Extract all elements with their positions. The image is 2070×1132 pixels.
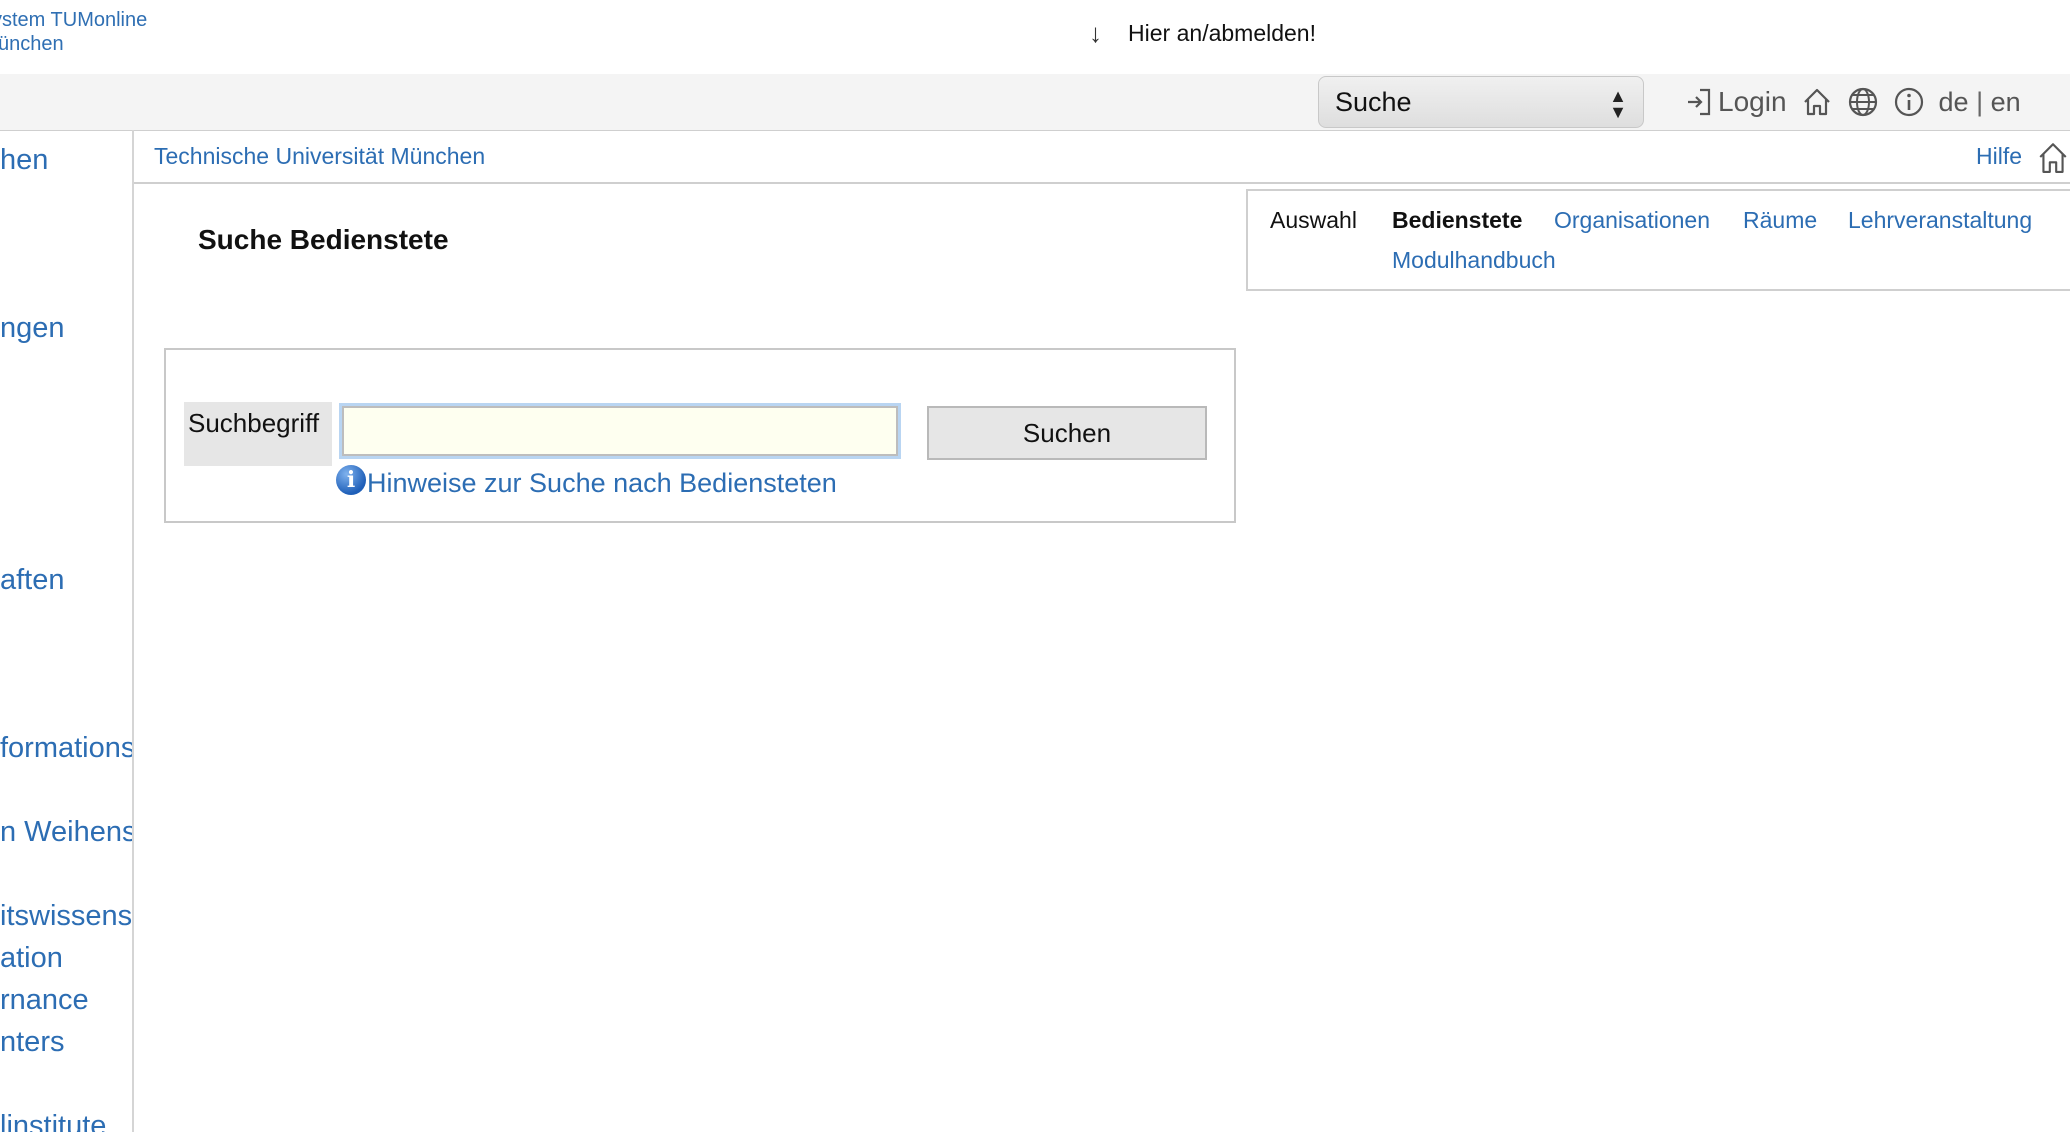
lang-de-link[interactable]: de: [1939, 87, 1969, 117]
home-link[interactable]: [1801, 86, 1833, 118]
search-input[interactable]: [342, 406, 898, 456]
tab-auswahl[interactable]: Auswahl: [1270, 207, 1357, 234]
sidebar: hen ngen aften formations n Weihens itsw…: [0, 130, 134, 1132]
utility-links: Login de | en: [1686, 74, 2021, 130]
sidebar-item[interactable]: hen: [0, 139, 48, 181]
logo-line-2: ünchen: [0, 33, 64, 55]
login-label: Login: [1718, 86, 1787, 117]
tab-lehrveranstaltung[interactable]: Lehrveranstaltung: [1848, 207, 2032, 234]
sidebar-item[interactable]: aften: [0, 559, 65, 601]
tab-organisationen[interactable]: Organisationen: [1554, 207, 1710, 234]
sidebar-item[interactable]: ngen: [0, 307, 65, 349]
top-header: ystem TUMonline ünchen ↓ Hier an/abmelde…: [0, 0, 2070, 74]
search-form: Suchbegriff Suchen i Hinweise zur Suche …: [164, 348, 1236, 523]
help-link[interactable]: Hilfe: [1976, 143, 2022, 170]
logo-line-1: ystem TUMonline: [0, 9, 148, 31]
lang-separator: |: [1976, 86, 1984, 117]
lang-en-link[interactable]: en: [1991, 87, 2021, 117]
info-icon: [1894, 87, 1923, 117]
sidebar-item[interactable]: formations: [0, 727, 132, 769]
sidebar-item[interactable]: nters: [0, 1021, 64, 1063]
login-link[interactable]: Login: [1686, 86, 1787, 118]
language-link[interactable]: [1847, 86, 1879, 118]
globe-icon: [1848, 87, 1877, 117]
utility-bar: Suche ▲ ▼ Login de | en: [0, 74, 2070, 131]
search-term-label: Suchbegriff: [184, 402, 332, 466]
select-arrows-icon: ▲ ▼: [1609, 86, 1627, 122]
login-hint-text: Hier an/abmelden!: [1128, 20, 1316, 46]
search-select[interactable]: Suche ▲ ▼: [1318, 76, 1644, 128]
tab-modulhandbuch[interactable]: Modulhandbuch: [1392, 247, 1556, 274]
tab-raeume[interactable]: Räume: [1743, 207, 1817, 234]
sidebar-item[interactable]: rnance: [0, 979, 89, 1021]
home-icon[interactable]: [2036, 140, 2070, 174]
search-button[interactable]: Suchen: [927, 406, 1207, 460]
logo[interactable]: ystem TUMonline ünchen: [0, 8, 147, 56]
sidebar-item[interactable]: n Weihens: [0, 811, 132, 853]
tab-bedienstete[interactable]: Bedienstete: [1392, 207, 1522, 234]
search-hint: i Hinweise zur Suche nach Bediensteten: [336, 464, 837, 499]
page-title: Suche Bedienstete: [198, 224, 449, 255]
login-hint: ↓ Hier an/abmelden!: [1089, 18, 1316, 49]
sidebar-item[interactable]: itswissens: [0, 895, 132, 937]
login-icon: [1688, 88, 1711, 116]
sidebar-item[interactable]: linstitute: [0, 1105, 106, 1132]
language-switch: de | en: [1939, 87, 2021, 118]
breadcrumb-organization-link[interactable]: Technische Universität München: [154, 143, 485, 170]
search-category-tabs: Auswahl Bedienstete Organisationen Räume…: [1246, 189, 2070, 291]
sidebar-item[interactable]: ation: [0, 937, 63, 979]
info-icon: i: [336, 464, 366, 495]
info-link[interactable]: [1893, 86, 1925, 118]
search-select-value: Suche: [1335, 87, 1412, 117]
search-hints-link[interactable]: Hinweise zur Suche nach Bediensteten: [367, 468, 837, 499]
arrow-down-icon: ↓: [1089, 18, 1103, 48]
home-icon: [1803, 88, 1830, 116]
breadcrumb: Technische Universität München Hilfe: [134, 130, 2070, 184]
